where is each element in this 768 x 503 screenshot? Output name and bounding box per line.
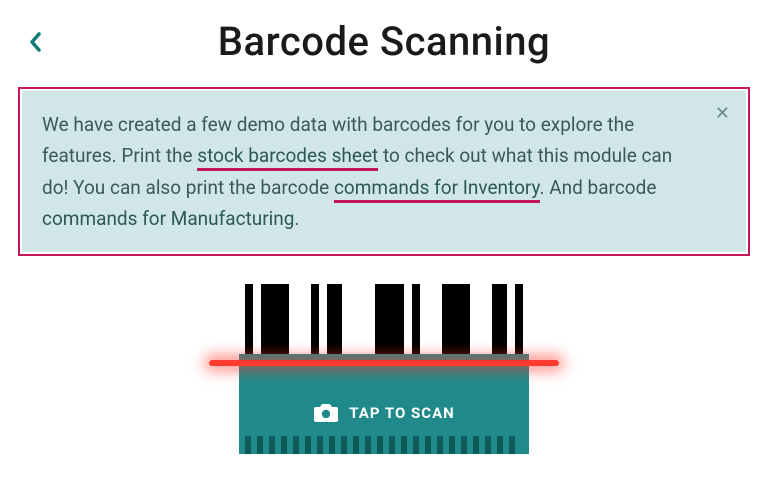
scan-line-icon: [209, 360, 559, 366]
barcode-icon: [239, 284, 529, 359]
tap-to-scan-button[interactable]: TAP TO SCAN: [239, 284, 529, 454]
info-banner: ✕ We have created a few demo data with b…: [22, 91, 746, 252]
info-text-part: .: [294, 207, 299, 230]
commands-manufacturing-link[interactable]: commands for Manufacturing: [42, 207, 294, 230]
close-icon[interactable]: ✕: [715, 105, 730, 123]
info-banner-highlight: ✕ We have created a few demo data with b…: [18, 87, 750, 256]
commands-inventory-link[interactable]: commands for Inventory: [334, 176, 540, 203]
camera-icon: [313, 402, 339, 424]
page-title: Barcode Scanning: [20, 18, 748, 65]
info-text-part: . And barcode: [540, 176, 657, 199]
scan-body: TAP TO SCAN: [239, 354, 529, 454]
stock-barcodes-sheet-link[interactable]: stock barcodes sheet: [197, 144, 378, 171]
scan-label-text: TAP TO SCAN: [349, 404, 454, 422]
back-button[interactable]: [28, 32, 42, 52]
